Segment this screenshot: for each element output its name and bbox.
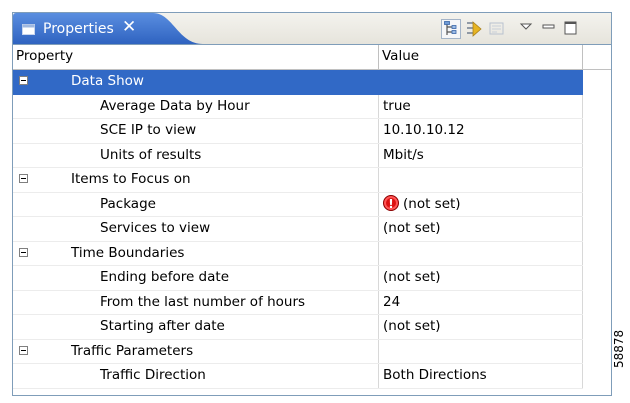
error-icon bbox=[383, 193, 399, 216]
value-cell[interactable]: true bbox=[379, 94, 583, 118]
property-cell: From the last number of hours bbox=[13, 290, 379, 314]
property-value: Both Directions bbox=[383, 367, 487, 383]
value-cell[interactable]: 10.10.10.12 bbox=[379, 119, 583, 143]
property-label: Services to view bbox=[100, 220, 211, 236]
header-filler bbox=[583, 45, 611, 70]
collapse-icon[interactable] bbox=[19, 345, 28, 355]
property-row[interactable]: Ending before date (not set) bbox=[13, 266, 583, 291]
view-menu-icon[interactable] bbox=[519, 19, 539, 39]
property-row[interactable]: Package (not set) bbox=[13, 192, 583, 217]
property-cell: Items to Focus on bbox=[13, 168, 379, 192]
value-cell[interactable]: (not set) bbox=[379, 266, 583, 290]
category-label: Time Boundaries bbox=[71, 244, 185, 261]
collapse-icon[interactable] bbox=[19, 76, 28, 85]
property-value: (not set) bbox=[383, 220, 441, 236]
category-row[interactable]: Items to Focus on bbox=[13, 168, 583, 193]
property-cell: Units of results bbox=[13, 143, 379, 167]
property-cell: Traffic Direction bbox=[13, 364, 379, 388]
property-row[interactable]: Average Data by Hour true bbox=[13, 94, 583, 119]
category-label: Items to Focus on bbox=[71, 171, 191, 187]
properties-view-icon bbox=[22, 24, 35, 35]
minimize-icon[interactable] bbox=[541, 19, 561, 39]
view-tab-bar: Properties ✕ bbox=[13, 13, 611, 45]
property-value: (not set) bbox=[403, 195, 461, 212]
property-label: Traffic Direction bbox=[100, 367, 206, 383]
maximize-icon[interactable] bbox=[563, 19, 583, 39]
property-rows: Data Show Average Data by Hour true SCE IP … bbox=[13, 70, 583, 389]
view-title: Properties bbox=[43, 21, 114, 37]
category-row[interactable]: Time Boundaries bbox=[13, 241, 583, 266]
value-cell[interactable]: (not set) bbox=[379, 192, 583, 216]
property-value: Mbit/s bbox=[383, 146, 424, 163]
property-row[interactable]: Units of results Mbit/s bbox=[13, 143, 583, 168]
property-row[interactable]: Services to view (not set) bbox=[13, 217, 583, 242]
tab-properties[interactable]: Properties ✕ bbox=[13, 13, 203, 44]
figure-id: 58878 bbox=[612, 329, 626, 368]
column-header-row: Property Value bbox=[13, 45, 583, 70]
property-value: true bbox=[383, 97, 411, 114]
value-cell[interactable]: 24 bbox=[379, 290, 583, 314]
category-label: Traffic Parameters bbox=[71, 342, 194, 359]
category-label: Data Show bbox=[71, 73, 144, 89]
property-row[interactable]: Starting after date (not set) bbox=[13, 315, 583, 340]
property-value: (not set) bbox=[383, 318, 441, 334]
collapse-icon[interactable] bbox=[19, 247, 28, 257]
property-cell: Data Show bbox=[13, 70, 379, 94]
property-label: From the last number of hours bbox=[100, 293, 306, 310]
property-cell: Average Data by Hour bbox=[13, 94, 379, 118]
category-row[interactable]: Data Show bbox=[13, 70, 583, 95]
column-header-property[interactable]: Property bbox=[13, 45, 379, 69]
value-cell[interactable]: (not set) bbox=[379, 217, 583, 241]
property-cell: SCE IP to view bbox=[13, 119, 379, 143]
property-value: (not set) bbox=[383, 269, 441, 285]
property-cell: Ending before date bbox=[13, 266, 379, 290]
value-cell bbox=[379, 241, 583, 265]
show-advanced-icon[interactable] bbox=[464, 19, 484, 39]
property-label: Ending before date bbox=[100, 269, 230, 285]
property-row[interactable]: SCE IP to view 10.10.10.12 bbox=[13, 119, 583, 144]
value-cell[interactable]: Both Directions bbox=[379, 364, 583, 388]
property-label: Starting after date bbox=[100, 318, 225, 334]
close-icon[interactable]: ✕ bbox=[122, 17, 136, 37]
collapse-icon[interactable] bbox=[19, 174, 28, 183]
property-value: 24 bbox=[383, 293, 401, 310]
property-label: Package bbox=[100, 195, 156, 212]
property-value: 10.10.10.12 bbox=[383, 122, 465, 138]
value-cell[interactable]: (not set) bbox=[379, 315, 583, 339]
restore-default-icon[interactable] bbox=[487, 19, 507, 39]
property-row[interactable]: From the last number of hours 24 bbox=[13, 290, 583, 315]
property-cell: Services to view bbox=[13, 217, 379, 241]
property-row[interactable]: Traffic Direction Both Directions bbox=[13, 364, 583, 389]
value-cell bbox=[379, 168, 583, 192]
show-categories-icon[interactable] bbox=[441, 19, 461, 39]
column-header-value[interactable]: Value bbox=[379, 45, 583, 69]
property-sheet: Property Value Data Show Average Data by … bbox=[13, 45, 583, 389]
property-cell: Package bbox=[13, 192, 379, 216]
value-cell bbox=[379, 70, 583, 94]
property-label: SCE IP to view bbox=[100, 122, 197, 138]
value-cell bbox=[379, 339, 583, 363]
category-row[interactable]: Traffic Parameters bbox=[13, 339, 583, 364]
value-cell[interactable]: Mbit/s bbox=[379, 143, 583, 167]
property-cell: Time Boundaries bbox=[13, 241, 379, 265]
property-label: Units of results bbox=[100, 146, 202, 163]
property-cell: Traffic Parameters bbox=[13, 339, 379, 363]
property-cell: Starting after date bbox=[13, 315, 379, 339]
property-label: Average Data by Hour bbox=[100, 97, 250, 114]
properties-view: Properties ✕ Property Value Data Show Av… bbox=[12, 12, 612, 396]
